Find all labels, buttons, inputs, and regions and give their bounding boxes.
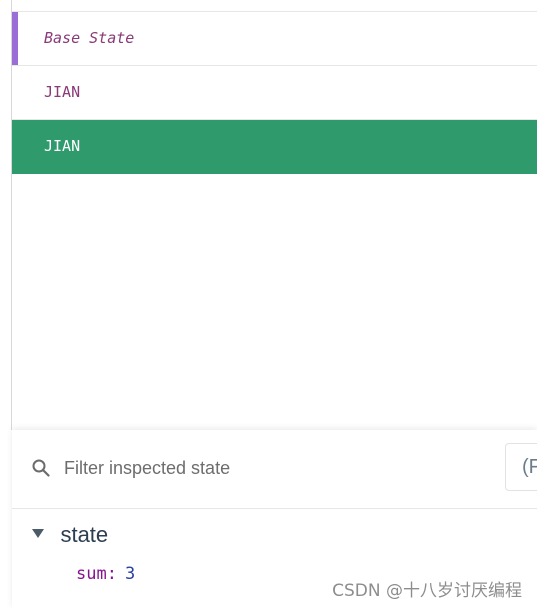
filter-inspected-state-input[interactable] bbox=[64, 453, 444, 483]
mutation-row-selected[interactable]: JIAN bbox=[12, 120, 537, 174]
property-key: sum bbox=[76, 564, 107, 584]
base-state-accent-bar bbox=[12, 12, 18, 65]
mutation-row[interactable]: JIAN bbox=[12, 66, 537, 120]
watermark: CSDN @十八岁讨厌编程 bbox=[332, 581, 522, 601]
mutation-row-base-state[interactable]: Base State bbox=[12, 12, 537, 66]
vue-devtools-vuex-panel: Base State JIAN JIAN (F state sum bbox=[0, 0, 537, 609]
search-icon bbox=[32, 459, 50, 477]
mutation-list: Base State JIAN JIAN bbox=[12, 11, 537, 174]
mutation-label: Base State bbox=[44, 29, 135, 47]
filter-bar: (F bbox=[12, 430, 537, 509]
state-property-row[interactable]: sum: 3 bbox=[76, 564, 135, 584]
mutation-label: JIAN bbox=[44, 83, 81, 101]
property-value: 3 bbox=[124, 564, 136, 584]
state-section-label: state bbox=[60, 522, 109, 547]
inspector-action-button[interactable]: (F bbox=[505, 443, 537, 491]
action-button-label: (F bbox=[522, 456, 537, 478]
mutation-label: JIAN bbox=[44, 137, 81, 155]
property-colon: : bbox=[106, 564, 117, 584]
chevron-down-icon[interactable] bbox=[32, 528, 44, 538]
state-section-header[interactable]: state bbox=[32, 520, 108, 550]
